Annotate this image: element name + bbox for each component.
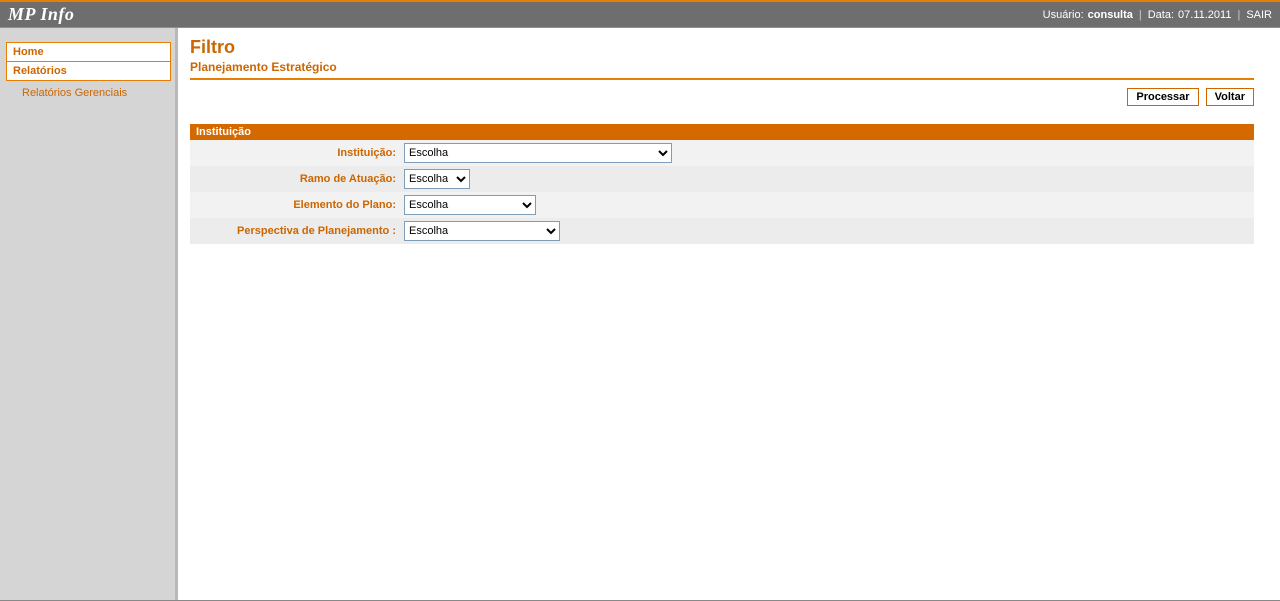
page-subtitle: Planejamento Estratégico <box>190 60 1254 74</box>
sidebar-subnav: Relatórios Gerenciais <box>6 81 171 99</box>
select-ramo[interactable]: Escolha <box>404 169 470 189</box>
user-value: consulta <box>1088 9 1133 21</box>
voltar-button[interactable]: Voltar <box>1206 88 1254 106</box>
sidebar: Home Relatórios Relatórios Gerenciais <box>0 28 178 600</box>
title-rule <box>190 78 1254 80</box>
date-value: 07.11.2011 <box>1178 9 1231 21</box>
table-row: Instituição: Escolha <box>190 140 1254 166</box>
cell-elemento: Escolha <box>400 192 1254 218</box>
sidebar-subitem-relatorios-gerenciais[interactable]: Relatórios Gerenciais <box>22 87 127 99</box>
page-title: Filtro <box>190 38 1254 58</box>
select-perspectiva[interactable]: Escolha <box>404 221 560 241</box>
cell-perspectiva: Escolha <box>400 218 1254 244</box>
table-row: Elemento do Plano: Escolha <box>190 192 1254 218</box>
filter-form-table: Instituição: Escolha Ramo de Atuação: Es… <box>190 140 1254 244</box>
sidebar-item-relatorios[interactable]: Relatórios <box>7 62 170 80</box>
action-row: Processar Voltar <box>190 88 1254 106</box>
main-content: Filtro Planejamento Estratégico Processa… <box>178 28 1280 600</box>
section-header: Instituição <box>190 124 1254 140</box>
user-info: Usuário: consulta | Data: 07.11.2011 | S… <box>1043 9 1272 21</box>
cell-ramo: Escolha <box>400 166 1254 192</box>
brand-logo: MP Info <box>8 4 74 25</box>
processar-button[interactable]: Processar <box>1127 88 1198 106</box>
select-elemento[interactable]: Escolha <box>404 195 536 215</box>
separator: | <box>1139 9 1142 21</box>
label-instituicao: Instituição: <box>190 140 400 166</box>
app-frame: MP Info Usuário: consulta | Data: 07.11.… <box>0 0 1280 601</box>
label-elemento: Elemento do Plano: <box>190 192 400 218</box>
nav-box: Home Relatórios <box>6 42 171 81</box>
cell-instituicao: Escolha <box>400 140 1254 166</box>
date-label: Data: <box>1148 9 1174 21</box>
logout-link[interactable]: SAIR <box>1246 9 1272 21</box>
sidebar-item-home[interactable]: Home <box>7 43 170 62</box>
label-ramo: Ramo de Atuação: <box>190 166 400 192</box>
table-row: Ramo de Atuação: Escolha <box>190 166 1254 192</box>
separator: | <box>1237 9 1240 21</box>
top-bar: MP Info Usuário: consulta | Data: 07.11.… <box>0 2 1280 28</box>
table-row: Perspectiva de Planejamento : Escolha <box>190 218 1254 244</box>
select-instituicao[interactable]: Escolha <box>404 143 672 163</box>
user-label: Usuário: <box>1043 9 1084 21</box>
body-area: Home Relatórios Relatórios Gerenciais Fi… <box>0 28 1280 600</box>
label-perspectiva: Perspectiva de Planejamento : <box>190 218 400 244</box>
